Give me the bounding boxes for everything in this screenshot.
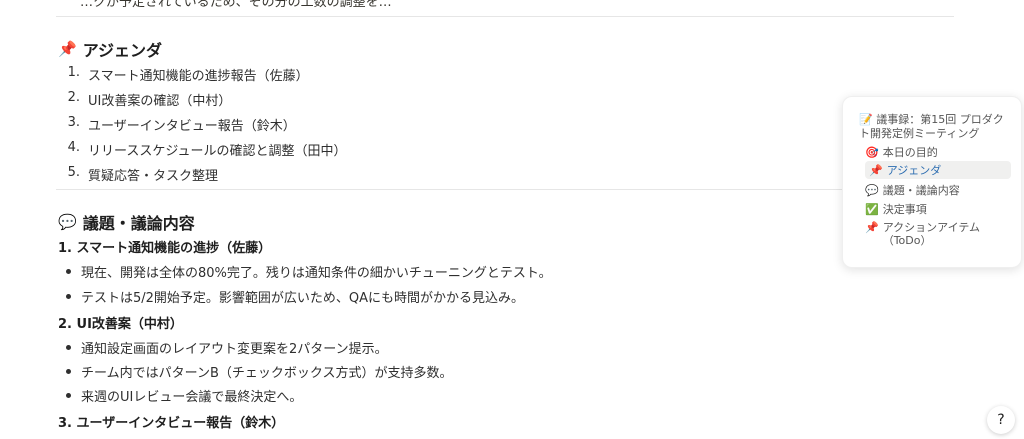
help-icon: ?	[997, 412, 1005, 428]
pushpin-icon: 📌	[869, 163, 883, 177]
bullet-dot-icon	[66, 345, 71, 350]
toc-title[interactable]: 📝 議事録：第15回 プロダクト開発定例ミーティング	[859, 113, 1009, 141]
section-heading-discussion: 💬 議題・議論内容	[58, 210, 195, 234]
pushpin-icon: 📌	[865, 221, 879, 234]
section-heading-agenda: 📌 アジェンダ	[58, 37, 162, 61]
divider	[56, 16, 954, 17]
bullet-dot-icon	[66, 269, 71, 274]
topic-heading: 2. UI改善案（中村）	[58, 317, 183, 332]
bullet-dot-icon	[66, 369, 71, 374]
bullet-item: テストは5/2開始予定。影響範囲が広いため、QAにも時間がかかる見込み。	[66, 287, 524, 306]
toc-item-purpose[interactable]: 🎯 本日の目的	[865, 143, 938, 161]
list-item: 5. 質疑応答・タスク整理	[67, 165, 219, 184]
topic-heading: 3. ユーザーインタビュー報告（鈴木）	[58, 416, 285, 431]
heading-text: アジェンダ	[82, 41, 163, 60]
speech-bubble-icon: 💬	[865, 183, 879, 197]
pushpin-icon: 📌	[58, 40, 77, 58]
bullet-dot-icon	[66, 294, 71, 299]
partial-text-line: …クが予定されているため、その分の工数の調整を…	[80, 0, 392, 10]
toc-item-agenda[interactable]: 📌 アジェンダ	[865, 161, 1011, 179]
list-item: 3. ユーザーインタビュー報告（鈴木）	[67, 115, 296, 134]
toc-item-decisions[interactable]: ✅ 決定事項	[865, 200, 927, 218]
bullet-item: 通知設定画面のレイアウト変更案を2パターン提示。	[66, 338, 388, 357]
target-icon: 🎯	[865, 145, 879, 159]
divider	[56, 189, 954, 190]
topic-heading: 1. スマート通知機能の進捗（佐藤）	[58, 241, 272, 256]
bullet-item: 現在、開発は全体の80%完了。残りは通知条件の細かいチューニングとテスト。	[66, 262, 552, 281]
speech-bubble-icon: 💬	[58, 213, 77, 231]
bullet-dot-icon	[66, 393, 71, 398]
table-of-contents-panel: 📝 議事録：第15回 プロダクト開発定例ミーティング 🎯 本日の目的 📌 アジェ…	[842, 96, 1022, 268]
toc-item-action-items[interactable]: 📌 アクションアイテム（ToDo）	[865, 221, 995, 247]
help-button[interactable]: ?	[987, 406, 1015, 434]
list-item: 1. スマート通知機能の進捗報告（佐藤）	[67, 65, 309, 84]
bullet-item: 来週のUIレビュー会議で最終決定へ。	[66, 386, 302, 405]
check-mark-icon: ✅	[865, 202, 879, 216]
list-item: 2. UI改善案の確認（中村）	[67, 90, 232, 109]
bullet-item: チーム内ではパターンB（チェックボックス方式）が支持多数。	[66, 362, 453, 381]
toc-item-discussion[interactable]: 💬 議題・議論内容	[865, 181, 960, 199]
list-item: 4. リリーススケジュールの確認と調整（田中）	[67, 140, 347, 159]
memo-icon: 📝	[859, 113, 873, 126]
heading-text: 議題・議論内容	[82, 214, 195, 233]
